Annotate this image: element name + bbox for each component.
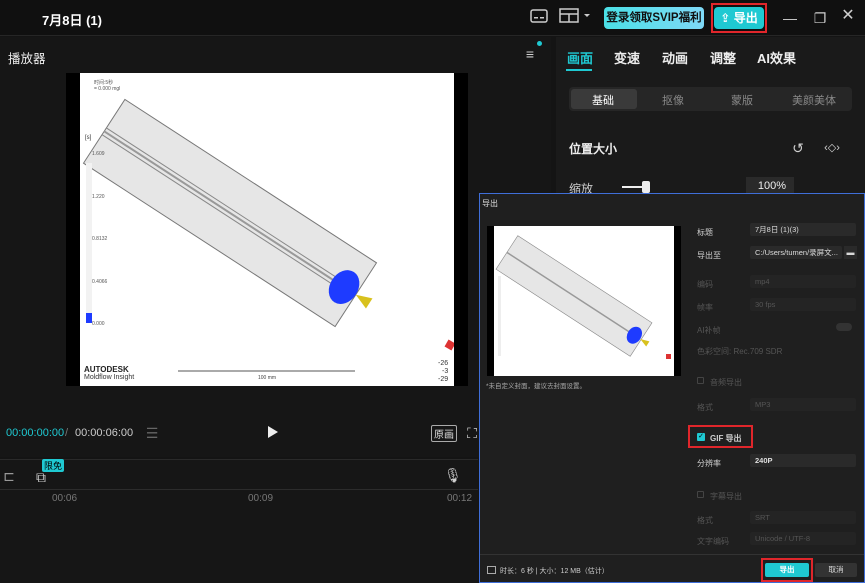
ai-frame-label: AI补帧 [697,326,721,335]
tab-animation[interactable]: 动画 [662,48,688,67]
tab-underline [566,69,592,71]
tab-speed[interactable]: 变速 [614,48,640,67]
tab-picture[interactable]: 画面 [567,48,593,67]
free-badge: 限免 [42,459,65,472]
scale-label: 100 mm [258,375,277,381]
legend-value: 1.220 [92,194,105,200]
export-highlight-box [761,558,813,582]
video-preview: 时间:5秒 = 0.000 mgl [s] 1.609 1.220 0.8132… [66,73,468,386]
audio-format-label: 格式 [697,403,713,412]
subtab-mask[interactable]: 蒙版 [731,92,753,108]
fullscreen-icon[interactable]: ⛶ [464,423,480,443]
title-label: 标题 [697,228,713,237]
svip-promo-button[interactable]: 登录领取SVIP福利 [604,7,704,29]
timeline-panel [0,459,478,583]
dialog-title: 导出 [482,199,498,208]
resolution-label: 分辨率 [697,459,721,468]
film-icon [487,566,496,574]
ruler-line [0,489,478,490]
reset-icon[interactable]: ↺ [790,138,806,158]
ratio-button[interactable]: 原画 [431,425,457,442]
subtitle-export-label: 字幕导出 [710,492,742,501]
highlight-box [711,3,767,33]
tick-label: 00:12 [447,493,473,504]
product-name: Moldflow Insight [84,374,135,381]
subtab-cutout[interactable]: 抠像 [662,92,684,108]
color-space-label: 色彩空间: Rec.709 SDR [697,347,783,356]
total-time: 00:00:06:00 [75,427,134,439]
path-input[interactable]: C:/Users/tumen/录屏文... [750,246,842,259]
resolution-select[interactable]: 240P [750,454,856,467]
play-icon[interactable] [268,426,278,438]
subtitle-export-checkbox[interactable] [697,491,704,498]
fps-label: 帧率 [697,303,713,312]
waveform-icon[interactable]: ☰ [141,423,163,443]
cancel-button[interactable]: 取消 [815,563,857,577]
title-input[interactable]: 7月8日 (1)(3) [750,223,856,236]
dialog-footer-divider [480,554,864,555]
player-title: 播放器 [8,52,46,66]
coord-value: -3 [442,368,449,375]
video-corner-text-1: 时间:5秒 [94,80,114,86]
folder-icon[interactable]: ▬ [844,246,857,259]
coord-value: -26 [438,360,449,367]
section-title: 位置大小 [569,142,618,156]
layout-icon[interactable] [558,8,594,28]
fps-select[interactable]: 30 fps [750,298,856,311]
notification-dot [537,41,542,46]
project-title: 7月8日 (1) [42,13,102,28]
subtab-beauty[interactable]: 美颜美体 [792,92,836,108]
current-time: 00:00:00:00 [6,427,65,439]
subtitle-encoding-select[interactable]: Unicode / UTF-8 [750,532,856,545]
subtab-basic[interactable]: 基础 [592,92,614,108]
minimize-icon[interactable]: — [780,8,800,28]
audio-export-checkbox[interactable] [697,377,704,384]
cover-preview [487,226,681,376]
legend-value: 0.8132 [92,236,108,242]
tick-label: 00:06 [52,493,78,504]
restore-icon[interactable]: ❐ [810,8,830,28]
tab-adjust[interactable]: 调整 [710,48,736,67]
subtitle-encoding-label: 文字编码 [697,537,729,546]
audio-format-select[interactable]: MP3 [750,398,856,411]
autodesk-logo: AUTODESK [84,365,129,374]
codec-label: 编码 [697,280,713,289]
subtitle-format-select[interactable]: SRT [750,511,856,524]
codec-select[interactable]: mp4 [750,275,856,288]
tab-ai-effects[interactable]: AI效果 [757,48,796,67]
legend-value: 1.609 [92,151,105,157]
coord-value: -29 [438,376,449,383]
legend-unit: [s] [85,135,92,141]
scale-slider-handle[interactable] [642,181,650,193]
path-label: 导出至 [697,251,721,260]
ai-frame-toggle[interactable] [836,323,852,331]
microphone-icon[interactable]: 🎙 [444,465,462,485]
gif-highlight-box [688,425,753,448]
export-info: 时长：6 秒 | 大小：12 MB（估计） [500,568,609,575]
cover-note: *未自定义封面，建议去封面设置。 [486,383,587,390]
video-corner-text-2: = 0.000 mgl [94,86,121,92]
keyframe-icon[interactable]: ‹◇› [814,138,850,158]
tick-label: 00:09 [248,493,274,504]
menu-icon[interactable]: ≡ [520,44,540,64]
select-tool-icon[interactable]: ⊏ [2,466,16,486]
legend-value: 0.000 [92,321,105,327]
subtitle-format-label: 格式 [697,516,713,525]
audio-export-label: 音频导出 [710,378,742,387]
close-icon[interactable]: ✕ [838,6,858,26]
subtitle-icon[interactable] [528,8,550,28]
time-separator: / [65,427,69,439]
legend-value: 0.4066 [92,279,108,285]
